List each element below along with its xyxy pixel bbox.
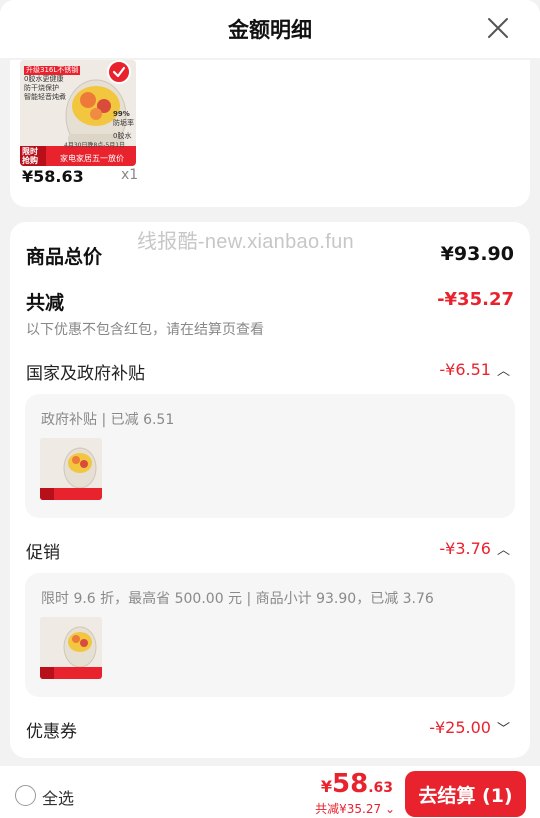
page-title: 金额明细: [228, 18, 312, 42]
final-price: ¥58.63: [321, 769, 393, 799]
product-thumbnail: [40, 438, 102, 500]
selected-check-icon[interactable]: [107, 60, 131, 84]
image-text: 防垢率: [113, 119, 134, 127]
subsidy-toggle[interactable]: -¥6.51 ︿: [439, 360, 510, 379]
total-value: ¥93.90: [440, 243, 514, 265]
item-quantity: x1: [121, 167, 139, 183]
discount-note: 以下优惠不包含红包，请在结算页查看: [26, 322, 264, 338]
chevron-down-icon: ⌄: [381, 802, 395, 816]
price-detail-card: 商品总价 ¥93.90 共减 -¥35.27 以下优惠不包含红包，请在结算页查看…: [10, 222, 530, 758]
item-price: ¥58.63: [22, 167, 84, 186]
image-text: 防干烧保护: [24, 84, 59, 92]
chevron-up-icon: ︿: [496, 364, 510, 379]
image-text: 升级316L不锈钢: [24, 66, 81, 75]
subsidy-detail: 政府补贴 | 已减 6.51: [25, 394, 515, 518]
coupon-label: 优惠券: [26, 722, 77, 742]
product-thumbnail: [40, 617, 102, 679]
checkout-bar: 全选 ¥58.63 共减¥35.27 ⌄ 去结算 (1): [0, 766, 540, 818]
close-icon[interactable]: [486, 16, 510, 40]
promotion-label: 促销: [26, 543, 60, 563]
image-text: 家电家居五一放价: [60, 154, 124, 163]
checkout-button[interactable]: 去结算 (1): [405, 771, 526, 817]
image-text: 限时: [22, 147, 38, 156]
price-decimal: .63: [368, 780, 393, 796]
discount-value: -¥35.27: [437, 289, 514, 310]
select-all-radio[interactable]: [15, 785, 36, 806]
modal-header: 金额明细: [0, 0, 540, 58]
promotion-detail-text: 限时 9.6 折，最高省 500.00 元 | 商品小计 93.90，已减 3.…: [41, 591, 434, 607]
image-text: 99%: [113, 110, 130, 118]
subsidy-detail-text: 政府补贴 | 已减 6.51: [41, 412, 175, 428]
currency-symbol: ¥: [320, 777, 332, 796]
subsidy-value: -¥6.51: [439, 360, 491, 379]
image-text: 智能轻音炖煮: [24, 93, 66, 101]
subsidy-label: 国家及政府补贴: [26, 364, 145, 384]
price-integer: 58: [332, 769, 369, 799]
promotion-detail: 限时 9.6 折，最高省 500.00 元 | 商品小计 93.90，已减 3.…: [25, 573, 515, 697]
total-saving[interactable]: 共减¥35.27 ⌄: [315, 800, 395, 817]
cart-item-card: 升级316L不锈钢 0胶水更健康 防干烧保护 智能轻音炖煮 99% 防垢率 0胶…: [10, 60, 530, 207]
chevron-up-icon: ︿: [496, 543, 510, 558]
watermark: 线报酷-new.xianbao.fun: [137, 231, 354, 253]
coupon-value: -¥25.00: [429, 718, 491, 737]
select-all-label[interactable]: 全选: [42, 785, 74, 809]
saving-text: 共减¥35.27: [315, 802, 382, 816]
promotion-toggle[interactable]: -¥3.76 ︿: [439, 539, 510, 558]
image-text: 0胶水更健康: [24, 75, 64, 83]
total-label: 商品总价: [26, 246, 103, 268]
promotion-value: -¥3.76: [439, 539, 491, 558]
image-text: 4月30日晚8点-5月1日: [64, 142, 126, 149]
coupon-toggle[interactable]: -¥25.00 ﹀: [429, 718, 510, 737]
image-text: 抢购: [22, 156, 38, 165]
chevron-down-icon: ﹀: [496, 722, 510, 737]
discount-label: 共减: [26, 292, 65, 314]
